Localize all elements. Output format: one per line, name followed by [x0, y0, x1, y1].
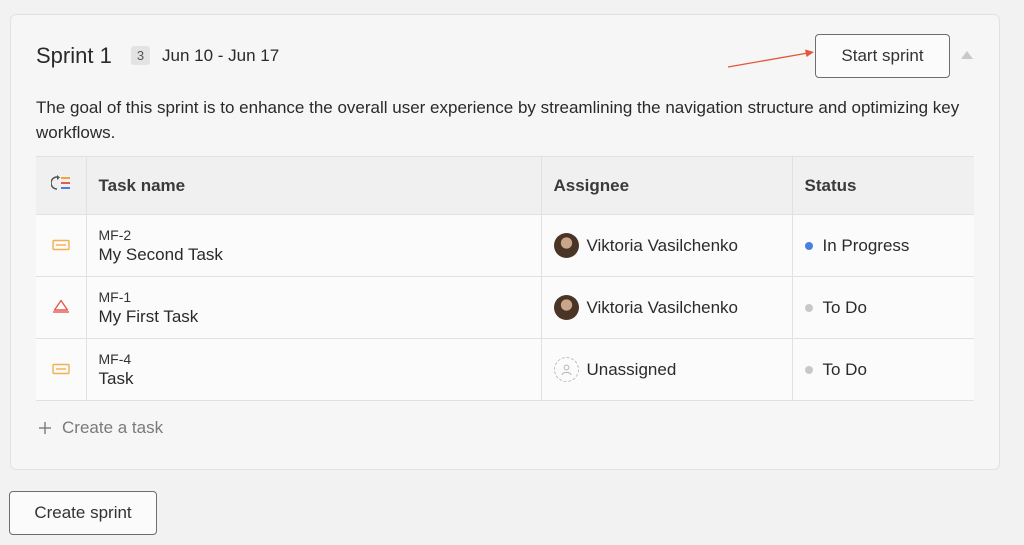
sprint-title: Sprint 1 [36, 43, 112, 68]
assignee-cell[interactable]: Viktoria Vasilchenko [540, 276, 793, 339]
plus-icon [39, 422, 51, 434]
start-sprint-button[interactable]: Start sprint [815, 34, 950, 78]
story-icon [52, 363, 70, 374]
create-sprint-button[interactable]: Create sprint [9, 491, 157, 535]
task-name-cell[interactable]: MF-2 My Second Task [85, 214, 542, 277]
create-task-label: Create a task [62, 418, 164, 437]
task-type-cell [36, 214, 87, 277]
create-task-button[interactable]: Create a task [38, 418, 163, 438]
task-key: MF-4 [98, 351, 132, 367]
task-type-cell [36, 276, 87, 339]
story-icon [52, 239, 70, 250]
assignee-name: Viktoria Vasilchenko [586, 297, 739, 317]
table-row[interactable]: MF-1 My First Task Viktoria Vasilchenko … [36, 276, 974, 339]
status-cell[interactable]: In Progress [791, 214, 974, 277]
bug-icon [52, 299, 69, 313]
status-label: To Do [822, 297, 867, 317]
task-type-cell [36, 338, 87, 401]
task-name[interactable]: My Second Task [99, 244, 541, 265]
column-header-task-name: Task name [85, 156, 542, 215]
task-name-cell[interactable]: MF-1 My First Task [85, 276, 542, 339]
assignee-cell[interactable]: Unassigned [540, 338, 793, 401]
sprint-goal: The goal of this sprint is to enhance th… [36, 98, 960, 142]
sprint-card: Sprint 1 3 Jun 10 - Jun 17 Start sprint … [10, 14, 1000, 470]
table-header-row: Task name Assignee Status [36, 156, 974, 215]
column-header-assignee: Assignee [540, 156, 793, 215]
status-cell[interactable]: To Do [791, 276, 974, 339]
task-name[interactable]: Task [99, 368, 541, 389]
column-header-status: Status [791, 156, 974, 215]
table-row[interactable]: MF-2 My Second Task Viktoria Vasilchenko… [36, 214, 974, 277]
task-name-cell[interactable]: MF-4 Task [85, 338, 542, 401]
assignee-cell[interactable]: Viktoria Vasilchenko [540, 214, 793, 277]
sprint-dates: Jun 10 - Jun 17 [162, 46, 280, 65]
unassigned-user-icon [553, 357, 579, 382]
column-settings-icon[interactable] [50, 175, 71, 191]
assignee-name: Unassigned [586, 359, 677, 379]
task-name[interactable]: My First Task [99, 306, 541, 327]
annotation-arrow [727, 49, 814, 68]
avatar [553, 295, 579, 320]
task-table: Task name Assignee Status MF-2 My Second… [36, 156, 974, 401]
status-dot-icon [804, 241, 813, 250]
table-row[interactable]: MF-4 Task Unassigned To Do [36, 338, 974, 401]
status-dot-icon [804, 303, 813, 312]
status-dot-icon [804, 365, 813, 374]
column-settings-header[interactable] [36, 156, 87, 215]
status-label: To Do [822, 359, 867, 379]
collapse-triangle-icon[interactable] [961, 51, 973, 59]
status-cell[interactable]: To Do [791, 338, 974, 401]
avatar [553, 233, 579, 258]
assignee-name: Viktoria Vasilchenko [586, 235, 739, 255]
task-key: MF-2 [98, 227, 132, 243]
task-key: MF-1 [98, 289, 132, 305]
status-label: In Progress [822, 235, 910, 255]
task-count-badge: 3 [131, 46, 150, 65]
